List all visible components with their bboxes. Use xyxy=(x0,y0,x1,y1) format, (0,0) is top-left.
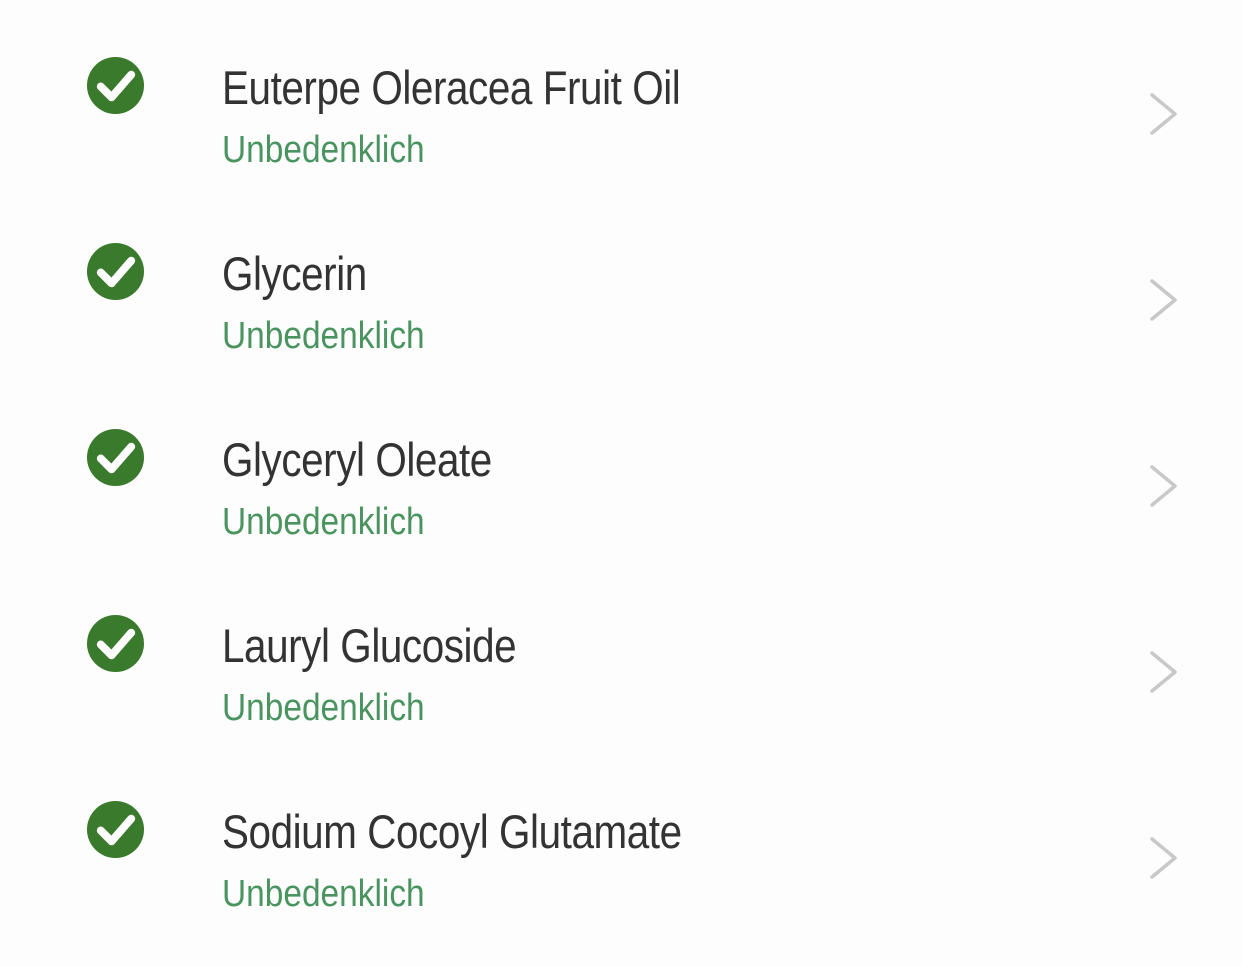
ingredient-name: Glycerin xyxy=(222,247,367,300)
ingredient-status: Unbedenklich xyxy=(222,129,425,171)
list-item[interactable]: Euterpe Oleracea Fruit Oil Unbedenklich xyxy=(0,0,1242,186)
check-circle-icon xyxy=(86,614,145,673)
check-circle-icon xyxy=(86,800,145,859)
check-circle-icon xyxy=(86,56,145,115)
chevron-right-icon xyxy=(1148,836,1180,880)
ingredient-name: Lauryl Glucoside xyxy=(222,619,517,672)
check-circle-icon xyxy=(86,428,145,487)
list-item[interactable]: Lauryl Glucoside Unbedenklich xyxy=(0,558,1242,744)
ingredient-name: Sodium Cocoyl Glutamate xyxy=(222,805,682,858)
ingredient-name: Euterpe Oleracea Fruit Oil xyxy=(222,61,681,114)
ingredient-name: Glyceryl Oleate xyxy=(222,433,492,486)
chevron-right-icon xyxy=(1148,650,1180,694)
ingredient-list: Euterpe Oleracea Fruit Oil Unbedenklich … xyxy=(0,0,1242,966)
list-item[interactable]: Sodium Cocoyl Glutamate Unbedenklich xyxy=(0,744,1242,930)
ingredient-status: Unbedenklich xyxy=(222,687,425,729)
list-item[interactable]: Glyceryl Oleate Unbedenklich xyxy=(0,372,1242,558)
chevron-right-icon xyxy=(1148,92,1180,136)
ingredient-status: Unbedenklich xyxy=(222,315,425,357)
list-item[interactable]: Glycerin Unbedenklich xyxy=(0,186,1242,372)
ingredient-status: Unbedenklich xyxy=(222,501,425,543)
check-circle-icon xyxy=(86,242,145,301)
chevron-right-icon xyxy=(1148,464,1180,508)
chevron-right-icon xyxy=(1148,278,1180,322)
ingredient-status: Unbedenklich xyxy=(222,873,425,915)
